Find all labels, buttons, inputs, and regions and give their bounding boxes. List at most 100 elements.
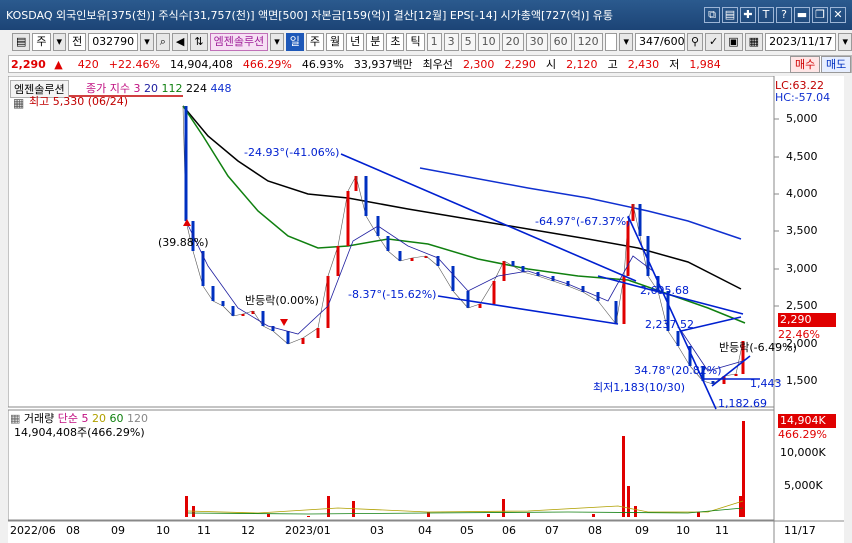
volume-value-text: 14,904,408주(466.29%): [14, 426, 145, 439]
current-price-tag: 2,290: [778, 313, 836, 327]
code-dropdown-icon[interactable]: ▾: [140, 33, 154, 51]
up-candle: [492, 281, 496, 304]
price-chart-canvas[interactable]: [8, 76, 844, 543]
y-tick: 3,500: [786, 224, 818, 237]
interval-5[interactable]: 5: [460, 33, 476, 51]
x-tick: 08: [588, 524, 602, 537]
binoculars-icon[interactable]: ⚲: [686, 33, 704, 51]
down-candle: [398, 251, 402, 261]
stock-name-button[interactable]: 엠젠솔루션: [209, 33, 269, 51]
volume-bar: [742, 421, 745, 517]
stock-list-icon[interactable]: ▾: [270, 33, 284, 51]
volume-bar: [739, 496, 742, 517]
low-price: 1,984: [689, 57, 721, 71]
x-tick: 10: [676, 524, 690, 537]
window-title-bar: KOSDAQ 외국인보유[375(천)] 주식수[31,757(천)] 액면[5…: [0, 0, 852, 30]
up-arrow-icon: ▲: [54, 57, 63, 71]
interval-custom-input[interactable]: [604, 33, 618, 51]
dropdown-icon[interactable]: ▾: [52, 33, 67, 51]
period-month[interactable]: 월: [325, 33, 345, 51]
chart-area[interactable]: 엠젠솔루션 종가 지수 3 20 112 224 448 최고 5,330 (0…: [8, 76, 844, 543]
trend-annotation: -64.97°(-67.37%): [535, 215, 631, 228]
volume-current-tag: 14,904K: [778, 414, 836, 428]
buy-button[interactable]: 매수: [790, 56, 821, 73]
open-label: 시: [545, 58, 557, 71]
legend-ma224: 224: [185, 82, 207, 95]
stock-code-input[interactable]: 032790: [88, 33, 139, 51]
menu-icon[interactable]: ▤: [12, 33, 31, 51]
up-candle: [346, 191, 350, 246]
trend-annotation: 최저1,183(10/30): [593, 381, 686, 394]
text-icon[interactable]: T: [758, 7, 774, 23]
trend-annotation: -8.37°(-15.62%): [348, 288, 437, 301]
step-icon[interactable]: ⇅: [190, 33, 208, 51]
legend-ma112: 112: [161, 82, 183, 95]
x-tick: 08: [66, 524, 80, 537]
trend-annotation: 1,182.69: [718, 397, 767, 410]
close-icon[interactable]: ✕: [830, 7, 846, 23]
maximize-icon[interactable]: ❐: [812, 7, 828, 23]
x-tick: 05: [460, 524, 474, 537]
period-year[interactable]: 년: [346, 33, 365, 51]
volume-bar: [697, 512, 700, 517]
volume-bar: [487, 514, 490, 517]
volume-bar: [502, 499, 505, 517]
up-candle: [336, 246, 340, 276]
save-icon[interactable]: ▣: [724, 33, 743, 51]
volume-bar: [527, 513, 530, 517]
interval-dropdown-icon[interactable]: ▾: [619, 33, 633, 51]
legend-ma448: 448: [210, 82, 232, 95]
period-week[interactable]: 주: [305, 33, 324, 51]
volume-bar: [622, 436, 625, 517]
interval-60[interactable]: 60: [549, 33, 572, 51]
date-input[interactable]: 2023/11/17: [765, 33, 837, 51]
x-tick: 07: [545, 524, 559, 537]
interval-1[interactable]: 1: [426, 33, 442, 51]
period-tick[interactable]: 틱: [406, 33, 425, 51]
y-tick: 3,000: [786, 262, 818, 275]
period-second[interactable]: 초: [386, 33, 405, 51]
help-icon[interactable]: ?: [776, 7, 792, 23]
x-tick: 2022/06: [10, 524, 56, 537]
period-day[interactable]: 일: [285, 33, 304, 51]
grid-toggle-icon[interactable]: ▦: [13, 96, 24, 110]
volume-bar: [592, 514, 595, 517]
data-count[interactable]: 347/600: [634, 33, 685, 51]
trend-annotation: 34.78°(20.82%): [634, 364, 722, 377]
interval-3[interactable]: 3: [443, 33, 459, 51]
panel-icon[interactable]: ▤: [722, 7, 738, 23]
down-candle: [638, 204, 642, 236]
up-candle: [502, 261, 506, 281]
prefix-button[interactable]: 전: [68, 33, 87, 51]
interval-30[interactable]: 30: [525, 33, 548, 51]
date-dropdown-icon[interactable]: ▾: [838, 33, 852, 51]
trend-annotation: (39.88%): [158, 236, 209, 249]
up-candle: [626, 221, 630, 276]
up-candle: [354, 176, 358, 191]
interval-20[interactable]: 20: [501, 33, 524, 51]
check-icon[interactable]: ✓: [705, 33, 723, 51]
up-candle: [478, 304, 482, 308]
down-candle: [511, 261, 515, 266]
speaker-icon[interactable]: ◀: [171, 33, 189, 51]
interval-10[interactable]: 10: [477, 33, 500, 51]
down-candle: [451, 266, 455, 291]
x-tick: 12: [241, 524, 255, 537]
down-candle: [676, 331, 680, 346]
pin-icon[interactable]: ✚: [740, 7, 756, 23]
volume-bar: [267, 514, 270, 517]
volume-pct: 466.29%: [242, 57, 292, 71]
trend-annotation: 반등락(0.00%): [245, 294, 319, 307]
down-candle: [184, 106, 188, 221]
minimize-icon[interactable]: ▬: [794, 7, 810, 23]
volume-bar: [307, 516, 310, 517]
calendar-icon[interactable]: ▦: [744, 33, 764, 51]
price-change-pct: +22.46%: [108, 57, 160, 71]
search-icon[interactable]: ⌕: [155, 33, 170, 51]
sell-button[interactable]: 매도: [821, 56, 852, 73]
tile-icon[interactable]: ⧉: [704, 7, 720, 23]
interval-120[interactable]: 120: [573, 33, 603, 51]
market-select[interactable]: 주: [32, 33, 51, 51]
period-minute[interactable]: 분: [366, 33, 385, 51]
high-label: 고: [607, 58, 618, 71]
